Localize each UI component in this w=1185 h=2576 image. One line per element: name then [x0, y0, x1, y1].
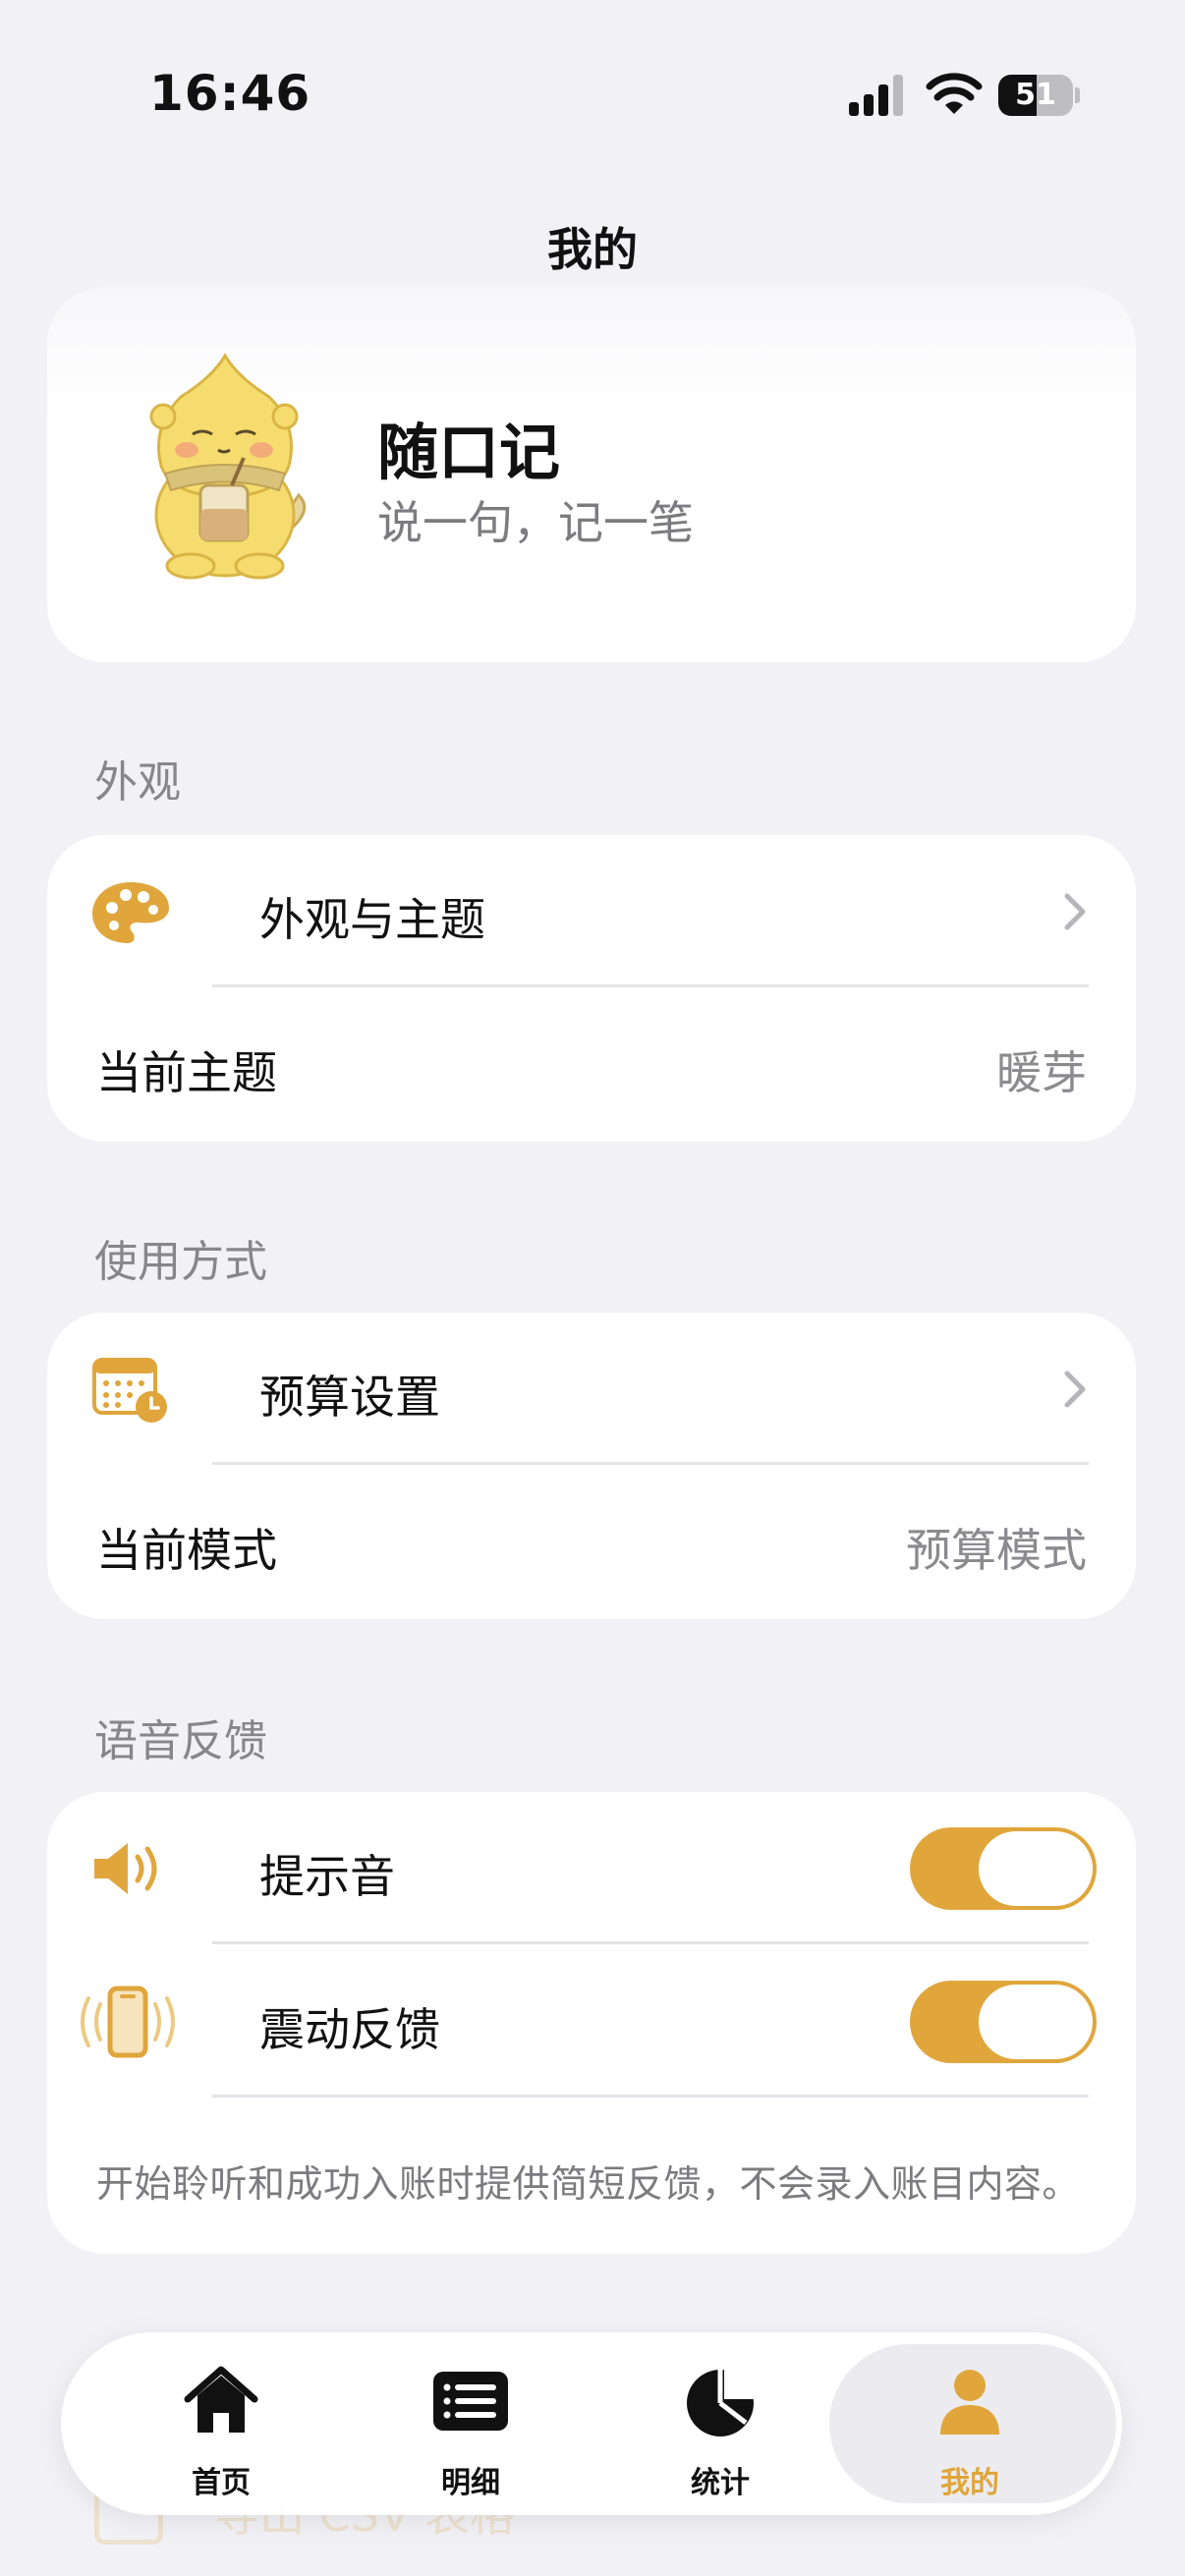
speaker-icon — [94, 1843, 157, 1894]
appearance-theme-label: 外观与主题 — [259, 893, 485, 946]
battery-icon: 51 — [998, 75, 1080, 116]
current-mode-label: 当前模式 — [96, 1524, 277, 1577]
appearance-theme-row[interactable]: 外观与主题 — [47, 835, 1136, 988]
divider — [212, 2095, 1089, 2098]
vibration-row: 震动反馈 — [47, 1945, 1136, 2099]
chevron-right-icon — [1064, 1371, 1086, 1408]
tab-label: 首页 — [192, 2466, 251, 2500]
sound-label: 提示音 — [259, 1850, 395, 1903]
section-label-appearance: 外观 — [94, 757, 181, 808]
status-bar: 16:46 51 — [0, 0, 1185, 177]
tab-label: 统计 — [691, 2466, 750, 2500]
vibration-toggle[interactable] — [910, 1981, 1097, 2063]
budget-settings-row[interactable]: 预算设置 — [47, 1313, 1136, 1466]
pie-chart-icon — [687, 2368, 756, 2436]
calendar-clock-icon — [92, 1358, 167, 1423]
tab-label: 我的 — [940, 2466, 999, 2500]
divider — [212, 984, 1089, 987]
page-title: 我的 — [547, 223, 638, 276]
section-label-voice-feedback: 语音反馈 — [94, 1716, 267, 1766]
divider — [212, 1941, 1089, 1944]
toggle-knob — [979, 1985, 1093, 2059]
app-name: 随口记 — [377, 417, 561, 488]
tab-home[interactable]: 首页 — [88, 2344, 354, 2503]
chevron-right-icon — [1064, 893, 1086, 930]
palette-icon — [92, 882, 169, 943]
current-mode-value: 预算模式 — [906, 1524, 1087, 1577]
tab-stats[interactable]: 统计 — [588, 2344, 853, 2503]
profile-card: 随口记 说一句，记一笔 — [47, 287, 1136, 662]
home-icon — [184, 2366, 258, 2433]
tab-label: 明细 — [441, 2466, 500, 2500]
current-theme-value: 暖芽 — [996, 1046, 1087, 1099]
toggle-knob — [979, 1831, 1093, 1906]
mascot-character-icon — [149, 353, 307, 580]
sound-toggle[interactable] — [910, 1827, 1097, 1910]
sound-row: 提示音 — [47, 1792, 1136, 1945]
cellular-signal-icon — [849, 75, 903, 116]
voice-feedback-card: 提示音 震动反馈 开始聆听和成功入账时提供简短反馈，不会录入账目内容。 — [47, 1792, 1136, 2254]
tab-bar: 首页 明细 统计 我的 — [61, 2332, 1122, 2515]
section-label-usage: 使用方式 — [94, 1237, 267, 1287]
battery-level: 51 — [1015, 78, 1056, 112]
tab-details[interactable]: 明细 — [338, 2344, 603, 2503]
person-icon — [940, 2370, 999, 2435]
current-theme-label: 当前主题 — [96, 1046, 277, 1099]
voice-feedback-footnote: 开始聆听和成功入账时提供简短反馈，不会录入账目内容。 — [96, 2162, 1081, 2206]
divider — [212, 1462, 1089, 1465]
list-icon — [433, 2372, 508, 2431]
vibration-label: 震动反馈 — [259, 2003, 440, 2056]
status-time: 16:46 — [149, 65, 311, 122]
current-mode-row: 当前模式 预算模式 — [47, 1466, 1136, 1619]
app-slogan: 说一句，记一笔 — [377, 496, 694, 549]
phone-vibrate-icon — [81, 1986, 175, 2058]
usage-card: 预算设置 当前模式 预算模式 — [47, 1313, 1136, 1619]
wifi-icon — [926, 73, 983, 114]
tab-mine[interactable]: 我的 — [829, 2344, 1116, 2503]
appearance-card: 外观与主题 当前主题 暖芽 — [47, 835, 1136, 1142]
budget-settings-label: 预算设置 — [259, 1371, 440, 1424]
current-theme-row: 当前主题 暖芽 — [47, 988, 1136, 1142]
